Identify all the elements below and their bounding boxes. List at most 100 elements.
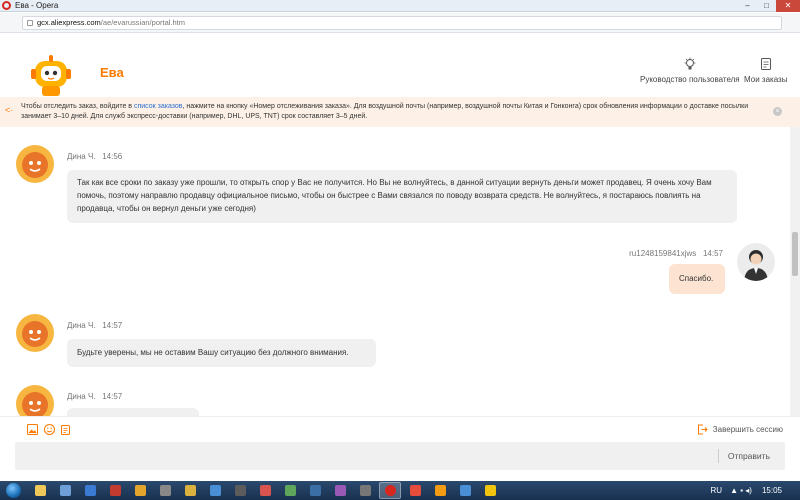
app-icon — [434, 485, 446, 496]
window-titlebar: Ева - Opera – □ ✕ — [0, 0, 800, 12]
user-guide-link[interactable]: Руководство пользователя — [640, 57, 740, 84]
system-tray: RU ▲ ▪ ◂) 15:05 — [711, 481, 800, 500]
taskbar-app-9[interactable] — [229, 482, 251, 499]
taskbar-app-6[interactable] — [154, 482, 176, 499]
user-guide-label: Руководство пользователя — [640, 75, 740, 84]
end-session-label: Завершить сессию — [712, 425, 783, 434]
app-icon — [209, 485, 221, 496]
robot-mascot-icon — [31, 55, 71, 96]
taskbar-app-opera[interactable] — [379, 482, 401, 499]
agent-message-bubble: Будьте уверены, мы не оставим Вашу ситуа… — [67, 339, 376, 367]
image-icon[interactable] — [27, 424, 38, 435]
app-icon — [109, 485, 121, 496]
input-divider — [718, 449, 719, 463]
message-meta: ru1248159841xjws 14:57 — [629, 249, 723, 258]
taskbar-app-10[interactable] — [254, 482, 276, 499]
message-meta: Дина Ч. 14:56 — [67, 152, 122, 161]
announcement-icon: <· — [5, 105, 14, 115]
app-icon — [159, 485, 171, 496]
tracking-notice: <· Чтобы отследить заказ, войдите в спис… — [0, 97, 800, 127]
taskbar-app-19[interactable] — [479, 482, 501, 499]
language-indicator[interactable]: RU — [711, 486, 723, 495]
app-icon — [359, 485, 371, 496]
media-icon — [59, 485, 71, 496]
scrollbar-thumb[interactable] — [792, 232, 798, 276]
clipboard-icon[interactable] — [60, 424, 71, 435]
agent-message-bubble: Так как все сроки по заказу уже прошли, … — [67, 170, 737, 223]
app-icon — [259, 485, 271, 496]
taskbar-app-8[interactable] — [204, 482, 226, 499]
window-title: Ева - Opera — [15, 1, 59, 10]
taskbar-app-17[interactable] — [429, 482, 451, 499]
send-button[interactable]: Отправить — [728, 451, 770, 461]
agent-avatar — [16, 385, 54, 416]
taskbar-app-11[interactable] — [279, 482, 301, 499]
chat-header: Ева Руководство пользователя Мои заказы — [0, 33, 800, 97]
bot-name: Ева — [100, 65, 124, 80]
input-toolbar: Завершить сессию — [0, 416, 800, 442]
notice-close-icon[interactable]: × — [773, 107, 782, 116]
app-icon — [134, 485, 146, 496]
url-domain: gcx.aliexpress.com — [37, 17, 101, 27]
taskbar-app-16[interactable] — [404, 482, 426, 499]
windows-logo-icon — [5, 483, 21, 498]
chat-scrollbar[interactable] — [790, 127, 800, 416]
app-icon — [459, 485, 471, 496]
window-controls: – □ ✕ — [738, 0, 800, 12]
orders-icon — [760, 58, 771, 70]
app-icon — [484, 485, 496, 496]
message-time: 14:57 — [102, 392, 123, 401]
app-icon — [184, 485, 196, 496]
taskbar-app-14[interactable] — [354, 482, 376, 499]
taskbar-app-3[interactable] — [79, 482, 101, 499]
sender-name: Дина Ч. — [67, 321, 96, 330]
app-icon — [334, 485, 346, 496]
message-meta: Дина Ч. 14:57 — [67, 321, 122, 330]
tray-icons[interactable]: ▲ ▪ ◂) — [730, 486, 752, 495]
opera-logo-icon — [2, 1, 11, 10]
my-orders-link[interactable]: Мои заказы — [744, 57, 787, 84]
lightbulb-icon — [684, 57, 696, 70]
taskbar-app-18[interactable] — [454, 482, 476, 499]
taskbar-app-7[interactable] — [179, 482, 201, 499]
agent-message-bubble — [67, 408, 199, 416]
url-path: /ae/evarussian/portal.htm — [100, 17, 185, 27]
app-icon — [284, 485, 296, 496]
notice-text-start: Чтобы отследить заказ, войдите в — [21, 103, 134, 110]
maximize-button[interactable]: □ — [757, 0, 776, 12]
agent-avatar — [16, 145, 54, 183]
sender-name: Дина Ч. — [67, 152, 96, 161]
start-button[interactable] — [0, 481, 26, 500]
agent-avatar — [16, 314, 54, 352]
taskbar-app-5[interactable] — [129, 482, 151, 499]
taskbar-clock[interactable]: 15:05 — [762, 486, 782, 495]
app-icon — [234, 485, 246, 496]
close-window-button[interactable]: ✕ — [776, 0, 800, 12]
opera-icon — [384, 485, 396, 496]
chat-history: Дина Ч. 14:56 Так как все сроки по заказ… — [0, 127, 788, 416]
user-message-bubble: Спасибо. — [669, 264, 725, 294]
my-orders-label: Мои заказы — [744, 75, 788, 84]
taskbar-app-12[interactable] — [304, 482, 326, 499]
message-time: 14:56 — [102, 152, 123, 161]
sender-name: Дина Ч. — [67, 392, 96, 401]
minimize-button[interactable]: – — [738, 0, 757, 12]
windows-taskbar: RU ▲ ▪ ◂) 15:05 — [0, 481, 800, 500]
app-icon — [409, 485, 421, 496]
message-time: 14:57 — [102, 321, 123, 330]
taskbar-app-13[interactable] — [329, 482, 351, 499]
sender-name: ru1248159841xjws — [629, 249, 697, 258]
message-input[interactable]: Отправить — [15, 442, 785, 470]
address-bar: gcx.aliexpress.com/ae/evarussian/portal.… — [0, 13, 800, 33]
user-avatar — [737, 243, 775, 281]
app-icon — [309, 485, 321, 496]
order-list-link[interactable]: список заказов — [134, 103, 183, 110]
smile-icon[interactable] — [44, 424, 55, 435]
taskbar-app-4[interactable] — [104, 482, 126, 499]
message-meta: Дина Ч. 14:57 — [67, 392, 122, 401]
message-time: 14:57 — [702, 249, 723, 258]
taskbar-app-media[interactable] — [54, 482, 76, 499]
end-session-button[interactable]: Завершить сессию — [697, 424, 783, 435]
url-field[interactable]: gcx.aliexpress.com/ae/evarussian/portal.… — [22, 15, 782, 30]
taskbar-app-explorer[interactable] — [29, 482, 51, 499]
